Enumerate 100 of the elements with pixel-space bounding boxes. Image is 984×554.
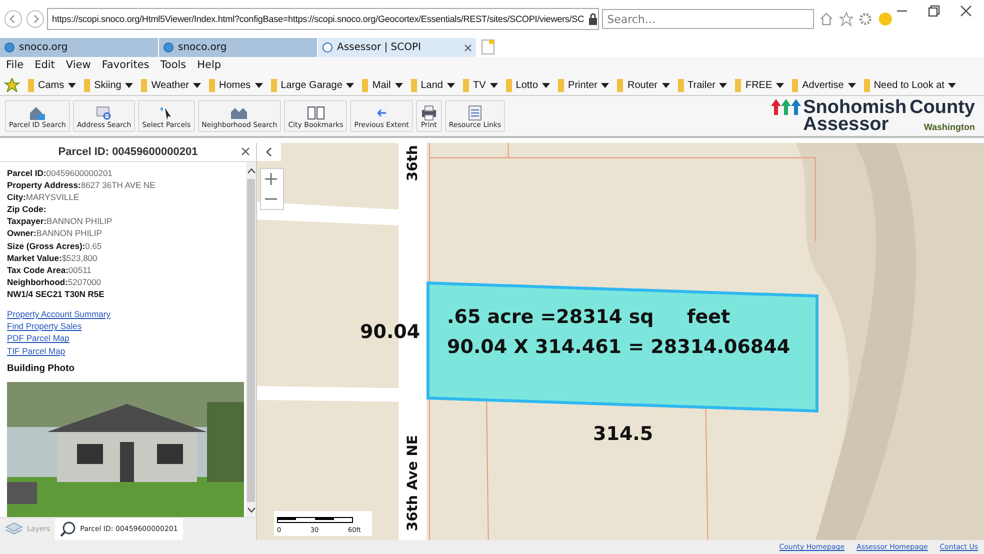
favorites-folder[interactable]: Mail (372, 80, 391, 90)
close-icon[interactable] (241, 147, 250, 156)
folder-icon (558, 78, 564, 92)
scrollbar[interactable] (246, 162, 256, 517)
parcel-field: Owner:BANNON PHILIP (7, 227, 246, 240)
collapse-panel-button[interactable] (257, 143, 281, 161)
logo-subtitle: Washington (924, 122, 975, 133)
favorites-folder[interactable]: Skiing (94, 80, 122, 90)
street-label: 36th Ave NE (405, 435, 421, 532)
folder-icon (792, 78, 798, 92)
favorites-folder[interactable]: Weather (151, 80, 189, 90)
folder-icon (362, 78, 368, 92)
search-icon (60, 521, 76, 537)
caret-icon[interactable] (193, 82, 201, 88)
caret-icon[interactable] (394, 82, 403, 88)
parcel-outline[interactable] (426, 281, 820, 413)
parcel-annotation: 90.04 X 314.461 = 28314.06844 (447, 336, 790, 358)
favorites-folder[interactable]: Need to Look at (874, 80, 944, 90)
browser-tab[interactable]: snoco.org (159, 38, 318, 57)
menu-item[interactable]: View (66, 59, 91, 75)
folder-icon (678, 78, 684, 92)
tab-label: snoco.org (19, 42, 68, 53)
menu-item[interactable]: Tools (160, 59, 186, 75)
caret-icon[interactable] (68, 82, 76, 88)
legal-description: NW1/4 SEC21 T30N R5E (7, 288, 106, 300)
parcel-field: Zip Code: (7, 203, 246, 216)
favorites-folder[interactable]: Router (627, 80, 658, 90)
favorites-folder[interactable]: TV (473, 80, 486, 90)
browser-tab[interactable]: snoco.org (0, 38, 159, 57)
caret-icon[interactable] (125, 82, 134, 88)
panel-link[interactable]: Property Account Summary (7, 308, 110, 320)
panel-link[interactable]: TIF Parcel Map (7, 344, 66, 357)
home-icon[interactable] (818, 11, 834, 27)
menu-item[interactable]: File (6, 59, 24, 75)
section-heading: Building Photo (7, 362, 76, 374)
caret-icon[interactable] (254, 82, 263, 88)
favorites-folder[interactable]: Lotto (516, 80, 538, 90)
scroll-down-icon[interactable] (246, 507, 256, 513)
caret-icon[interactable] (848, 82, 856, 88)
menu-item[interactable]: Help (197, 59, 222, 75)
printer-icon (420, 105, 438, 121)
restore-icon[interactable] (928, 5, 940, 17)
logo-text: Assessor (803, 116, 889, 133)
favorites-folder[interactable]: Large Garage (280, 80, 342, 90)
folder-icon (735, 78, 742, 92)
folder-icon (463, 78, 469, 92)
folder-icon (28, 78, 34, 92)
caret-icon[interactable] (542, 82, 550, 88)
panel-title: Parcel ID: 00459600000201 (58, 146, 198, 158)
favorites-folder[interactable]: Land (420, 80, 443, 90)
star-icon[interactable] (838, 11, 854, 27)
search-field[interactable]: Search... (602, 9, 814, 29)
folder-icon (617, 78, 624, 92)
caret-icon[interactable] (601, 82, 610, 88)
parcel-field: Property Address:8627 36TH AVE NE (7, 179, 246, 192)
parcel-annotation: feet (687, 306, 730, 328)
parcel-field: Market Value:$523,800 (7, 252, 246, 264)
favorites-folder[interactable]: Advertise (802, 80, 844, 90)
scroll-up-icon[interactable] (246, 168, 256, 174)
favorites-star-icon[interactable] (4, 78, 20, 92)
caret-icon[interactable] (662, 82, 670, 88)
menu-item[interactable]: Edit (34, 59, 55, 75)
folder-icon (506, 78, 512, 92)
list-icon (466, 105, 484, 121)
favorites-folder[interactable]: Cams (38, 80, 64, 90)
caret-icon[interactable] (776, 82, 784, 88)
favorites-folder[interactable]: Printer (568, 80, 598, 90)
houses-icon (230, 105, 248, 121)
caret-icon[interactable] (719, 82, 728, 88)
chevron-left-icon (265, 147, 273, 157)
parcel-field: Tax Code Area:00511 (7, 264, 246, 276)
close-icon[interactable] (960, 5, 972, 17)
tab-label: Assessor | SCOPI (337, 42, 421, 53)
dimension-label: 90.04 (360, 321, 420, 343)
menu-item[interactable]: Favorites (102, 59, 150, 75)
favorites-folder[interactable]: Trailer (688, 80, 716, 90)
address-field[interactable]: https://scopi.snoco.org/Html5Viewer/Index.html?configBase=https://scopi.snoco.org/Geocortex/Essentials/REST/sites/SCOPI/viewers/SC (47, 8, 600, 30)
lock-icon (588, 13, 598, 25)
caret-icon[interactable] (490, 82, 498, 88)
close-tab-icon[interactable] (464, 44, 472, 52)
panel-link[interactable]: Find Property Sales (7, 320, 82, 332)
folder-icon (410, 78, 417, 92)
caret-icon[interactable] (948, 82, 956, 88)
back-icon[interactable] (4, 9, 22, 29)
parcel-field: Size (Gross Acres):0.65 (7, 240, 246, 252)
layers-icon (5, 522, 23, 536)
favorites-folder[interactable]: FREE (745, 80, 772, 90)
house-icon (28, 105, 46, 121)
parcel-annotation: .65 acre =28314 sq (447, 306, 654, 328)
forward-icon[interactable] (26, 9, 44, 29)
favorites-folder[interactable]: Homes (219, 80, 251, 90)
magnifier-icon (95, 105, 114, 121)
caret-icon[interactable] (346, 82, 354, 88)
folder-icon (209, 78, 215, 92)
panel-link[interactable]: PDF Parcel Map (7, 332, 70, 345)
settings-icon[interactable] (858, 11, 874, 27)
scroll-thumb[interactable] (247, 179, 255, 502)
browser-tab[interactable]: Assessor | SCOPI (318, 38, 477, 57)
folder-icon (270, 78, 277, 92)
caret-icon[interactable] (447, 82, 455, 88)
